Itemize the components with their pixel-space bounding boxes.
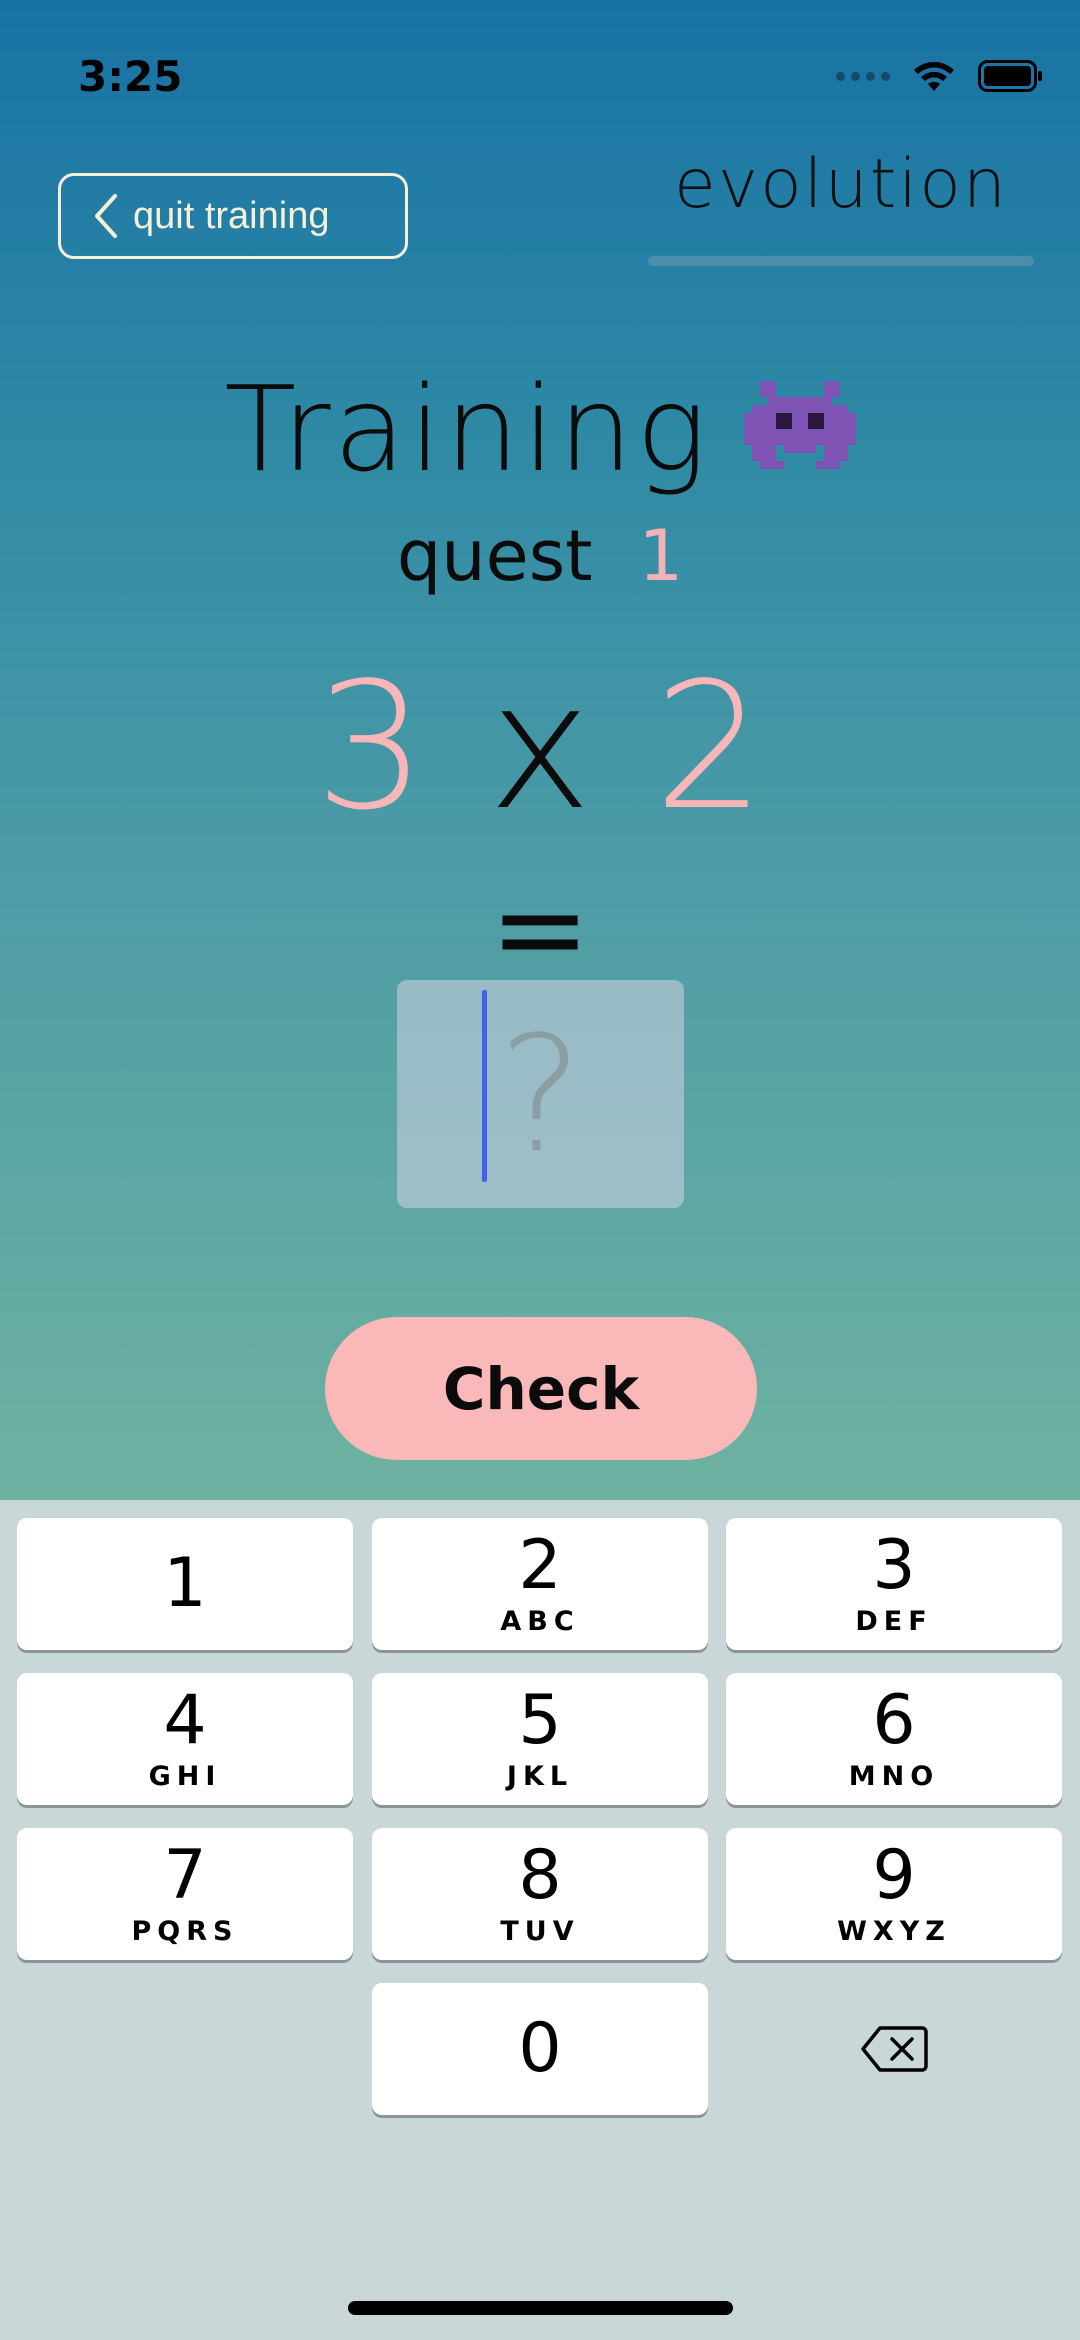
key-digit: 7 [163, 1835, 207, 1915]
multiplication-problem: 3 x 2 [0, 660, 1080, 835]
answer-input[interactable]: ? [397, 980, 684, 1208]
key-letters: GHI [148, 1760, 222, 1792]
key-letters: MNO [848, 1760, 940, 1792]
key-6[interactable]: 6 MNO [726, 1673, 1062, 1805]
key-digit: 5 [518, 1680, 562, 1760]
quit-training-button[interactable]: quit training [58, 173, 408, 259]
key-letters: PQRS [131, 1915, 239, 1947]
key-digit: 0 [518, 2009, 562, 2088]
check-button[interactable]: Check [325, 1317, 757, 1460]
mode-underline [648, 256, 1034, 266]
numeric-keypad: 1 2 ABC 3 DEF 4 GHI 5 JKL 6 MNO 7 PQRS 8… [0, 1500, 1080, 2340]
backspace-icon [861, 2026, 928, 2072]
key-2[interactable]: 2 ABC [372, 1518, 708, 1650]
answer-placeholder: ? [498, 1000, 583, 1188]
quest-indicator: quest 1 [0, 515, 1080, 597]
key-digit: 9 [872, 1835, 916, 1915]
key-4[interactable]: 4 GHI [17, 1673, 353, 1805]
key-digit: 8 [518, 1835, 562, 1915]
left-operand: 3 [314, 646, 427, 849]
key-digit: 4 [163, 1680, 207, 1760]
wifi-icon [914, 62, 954, 91]
key-digit: 3 [872, 1525, 916, 1605]
key-letters: JKL [506, 1760, 574, 1792]
right-operand: 2 [653, 646, 766, 849]
quest-number: 1 [638, 515, 684, 597]
key-7[interactable]: 7 PQRS [17, 1828, 353, 1960]
status-icons [836, 56, 1044, 96]
key-1[interactable]: 1 [17, 1518, 353, 1650]
key-3[interactable]: 3 DEF [726, 1518, 1062, 1650]
quest-label: quest [396, 515, 593, 597]
alien-monster-icon [743, 381, 856, 469]
key-9[interactable]: 9 WXYZ [726, 1828, 1062, 1960]
battery-icon [978, 60, 1042, 92]
key-5[interactable]: 5 JKL [372, 1673, 708, 1805]
key-0[interactable]: 0 [372, 1983, 708, 2115]
text-cursor [482, 990, 487, 1182]
quit-training-label: quit training [133, 194, 330, 237]
page-title: Training [224, 360, 710, 498]
title-row: Training [0, 360, 1080, 498]
app-screen: 3:25 quit training evolution Training qu… [0, 0, 1080, 1500]
key-digit: 1 [163, 1544, 207, 1623]
key-letters: WXYZ [837, 1915, 951, 1947]
operator: x [488, 646, 592, 849]
home-indicator[interactable] [348, 2301, 733, 2315]
delete-key[interactable] [726, 1983, 1062, 2115]
status-time: 3:25 [78, 52, 183, 101]
chevron-left-icon [95, 194, 117, 238]
equals-sign: = [489, 860, 591, 999]
key-letters: TUV [500, 1915, 580, 1947]
key-letters: DEF [855, 1605, 933, 1637]
key-digit: 2 [518, 1525, 562, 1605]
mode-selector[interactable]: evolution [648, 145, 1034, 255]
key-8[interactable]: 8 TUV [372, 1828, 708, 1960]
cellular-signal-icon [836, 71, 890, 81]
key-letters: ABC [500, 1605, 580, 1637]
key-digit: 6 [872, 1680, 916, 1760]
